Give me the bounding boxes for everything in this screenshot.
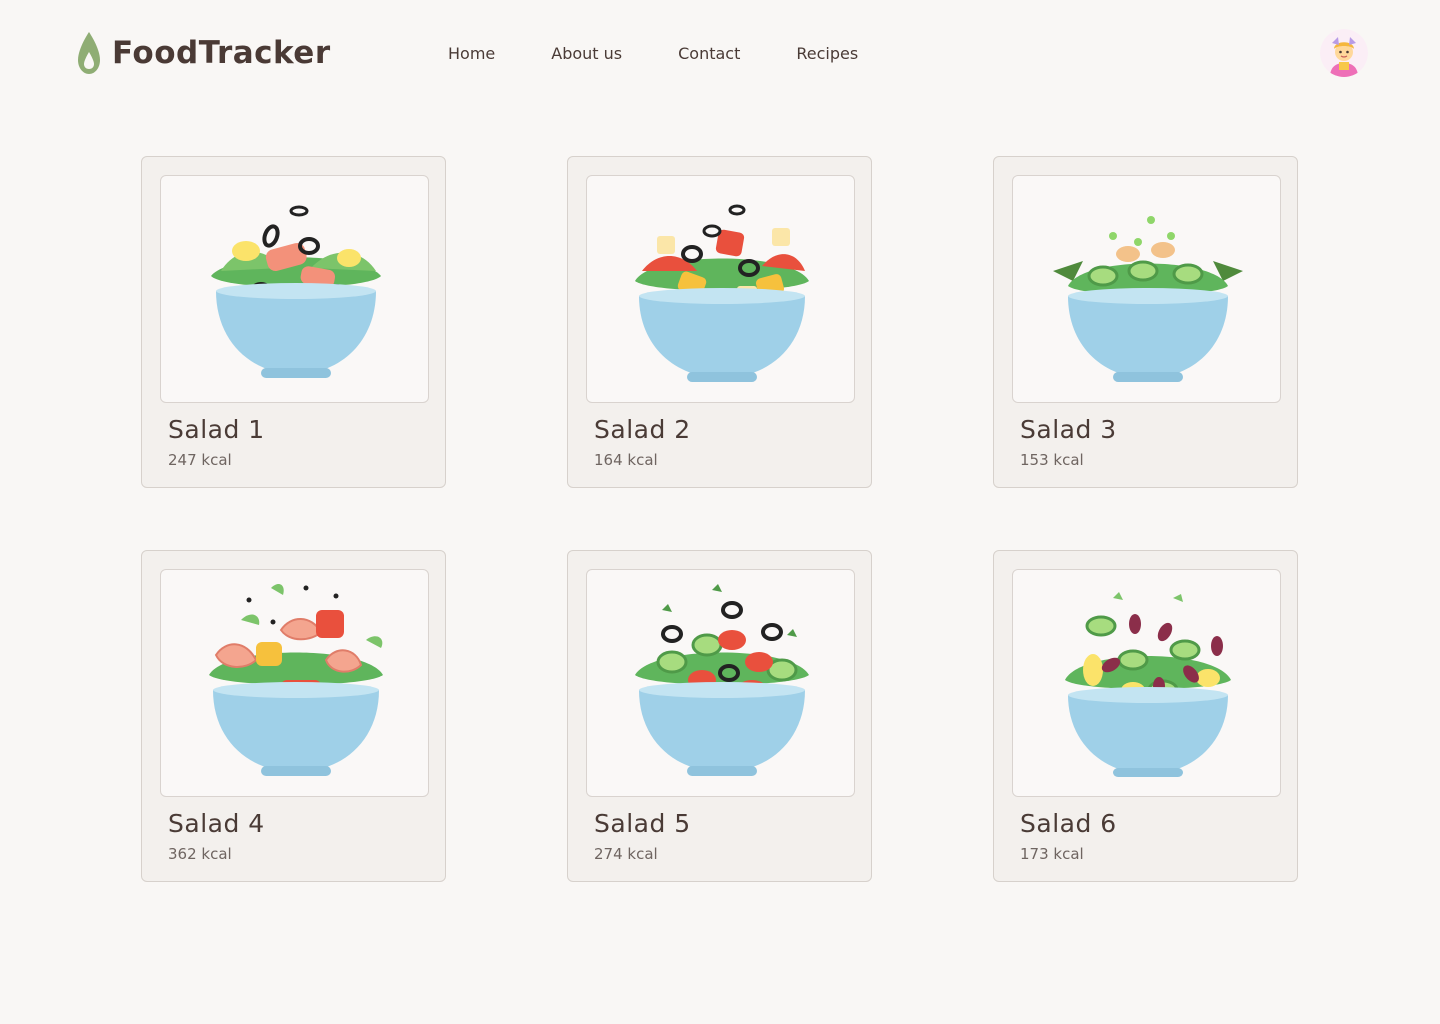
recipe-card-5[interactable]: Salad 5 274 kcal: [567, 550, 872, 882]
main-nav: Home About us Contact Recipes: [448, 44, 858, 63]
recipe-image-5: [586, 569, 855, 797]
recipe-kcal: 362 kcal: [168, 845, 232, 863]
recipe-card-6[interactable]: Salad 6 173 kcal: [993, 550, 1298, 882]
salad-bowl-shrimp-peppers-icon: [209, 584, 383, 776]
recipe-kcal: 247 kcal: [168, 451, 232, 469]
salad-bowl-cucumber-herbs-icon: [1053, 216, 1243, 382]
drop-icon: [78, 32, 100, 74]
nav-home[interactable]: Home: [448, 44, 495, 63]
recipe-title: Salad 2: [594, 415, 691, 444]
recipe-image-1: [160, 175, 429, 403]
recipe-title: Salad 1: [168, 415, 265, 444]
user-avatar[interactable]: [1320, 29, 1368, 77]
recipe-kcal: 274 kcal: [594, 845, 658, 863]
recipe-kcal: 173 kcal: [1020, 845, 1084, 863]
salad-bowl-beans-eggs-icon: [1065, 592, 1231, 777]
recipe-image-2: [586, 175, 855, 403]
recipe-title: Salad 4: [168, 809, 265, 838]
recipe-image-3: [1012, 175, 1281, 403]
recipe-card-1[interactable]: Salad 1 247 kcal: [141, 156, 446, 488]
salad-bowl-peppers-cheese-icon: [635, 204, 809, 382]
recipe-image-4: [160, 569, 429, 797]
salad-bowl-tomato-olives-icon: [635, 584, 809, 776]
recipe-kcal: 164 kcal: [594, 451, 658, 469]
recipe-image-6: [1012, 569, 1281, 797]
brand-name: FoodTracker: [112, 35, 331, 71]
recipe-card-4[interactable]: Salad 4 362 kcal: [141, 550, 446, 882]
recipe-title: Salad 6: [1020, 809, 1117, 838]
nav-recipes[interactable]: Recipes: [796, 44, 858, 63]
salad-bowl-salmon-olives-icon: [211, 205, 381, 378]
recipe-kcal: 153 kcal: [1020, 451, 1084, 469]
nav-about-us[interactable]: About us: [551, 44, 622, 63]
avatar-icon: [1320, 29, 1368, 77]
header: FoodTracker Home About us Contact Recipe…: [0, 0, 1440, 110]
recipe-title: Salad 3: [1020, 415, 1117, 444]
nav-contact[interactable]: Contact: [678, 44, 740, 63]
recipe-card-3[interactable]: Salad 3 153 kcal: [993, 156, 1298, 488]
recipe-card-2[interactable]: Salad 2 164 kcal: [567, 156, 872, 488]
brand-logo[interactable]: FoodTracker: [76, 30, 331, 76]
recipe-title: Salad 5: [594, 809, 691, 838]
